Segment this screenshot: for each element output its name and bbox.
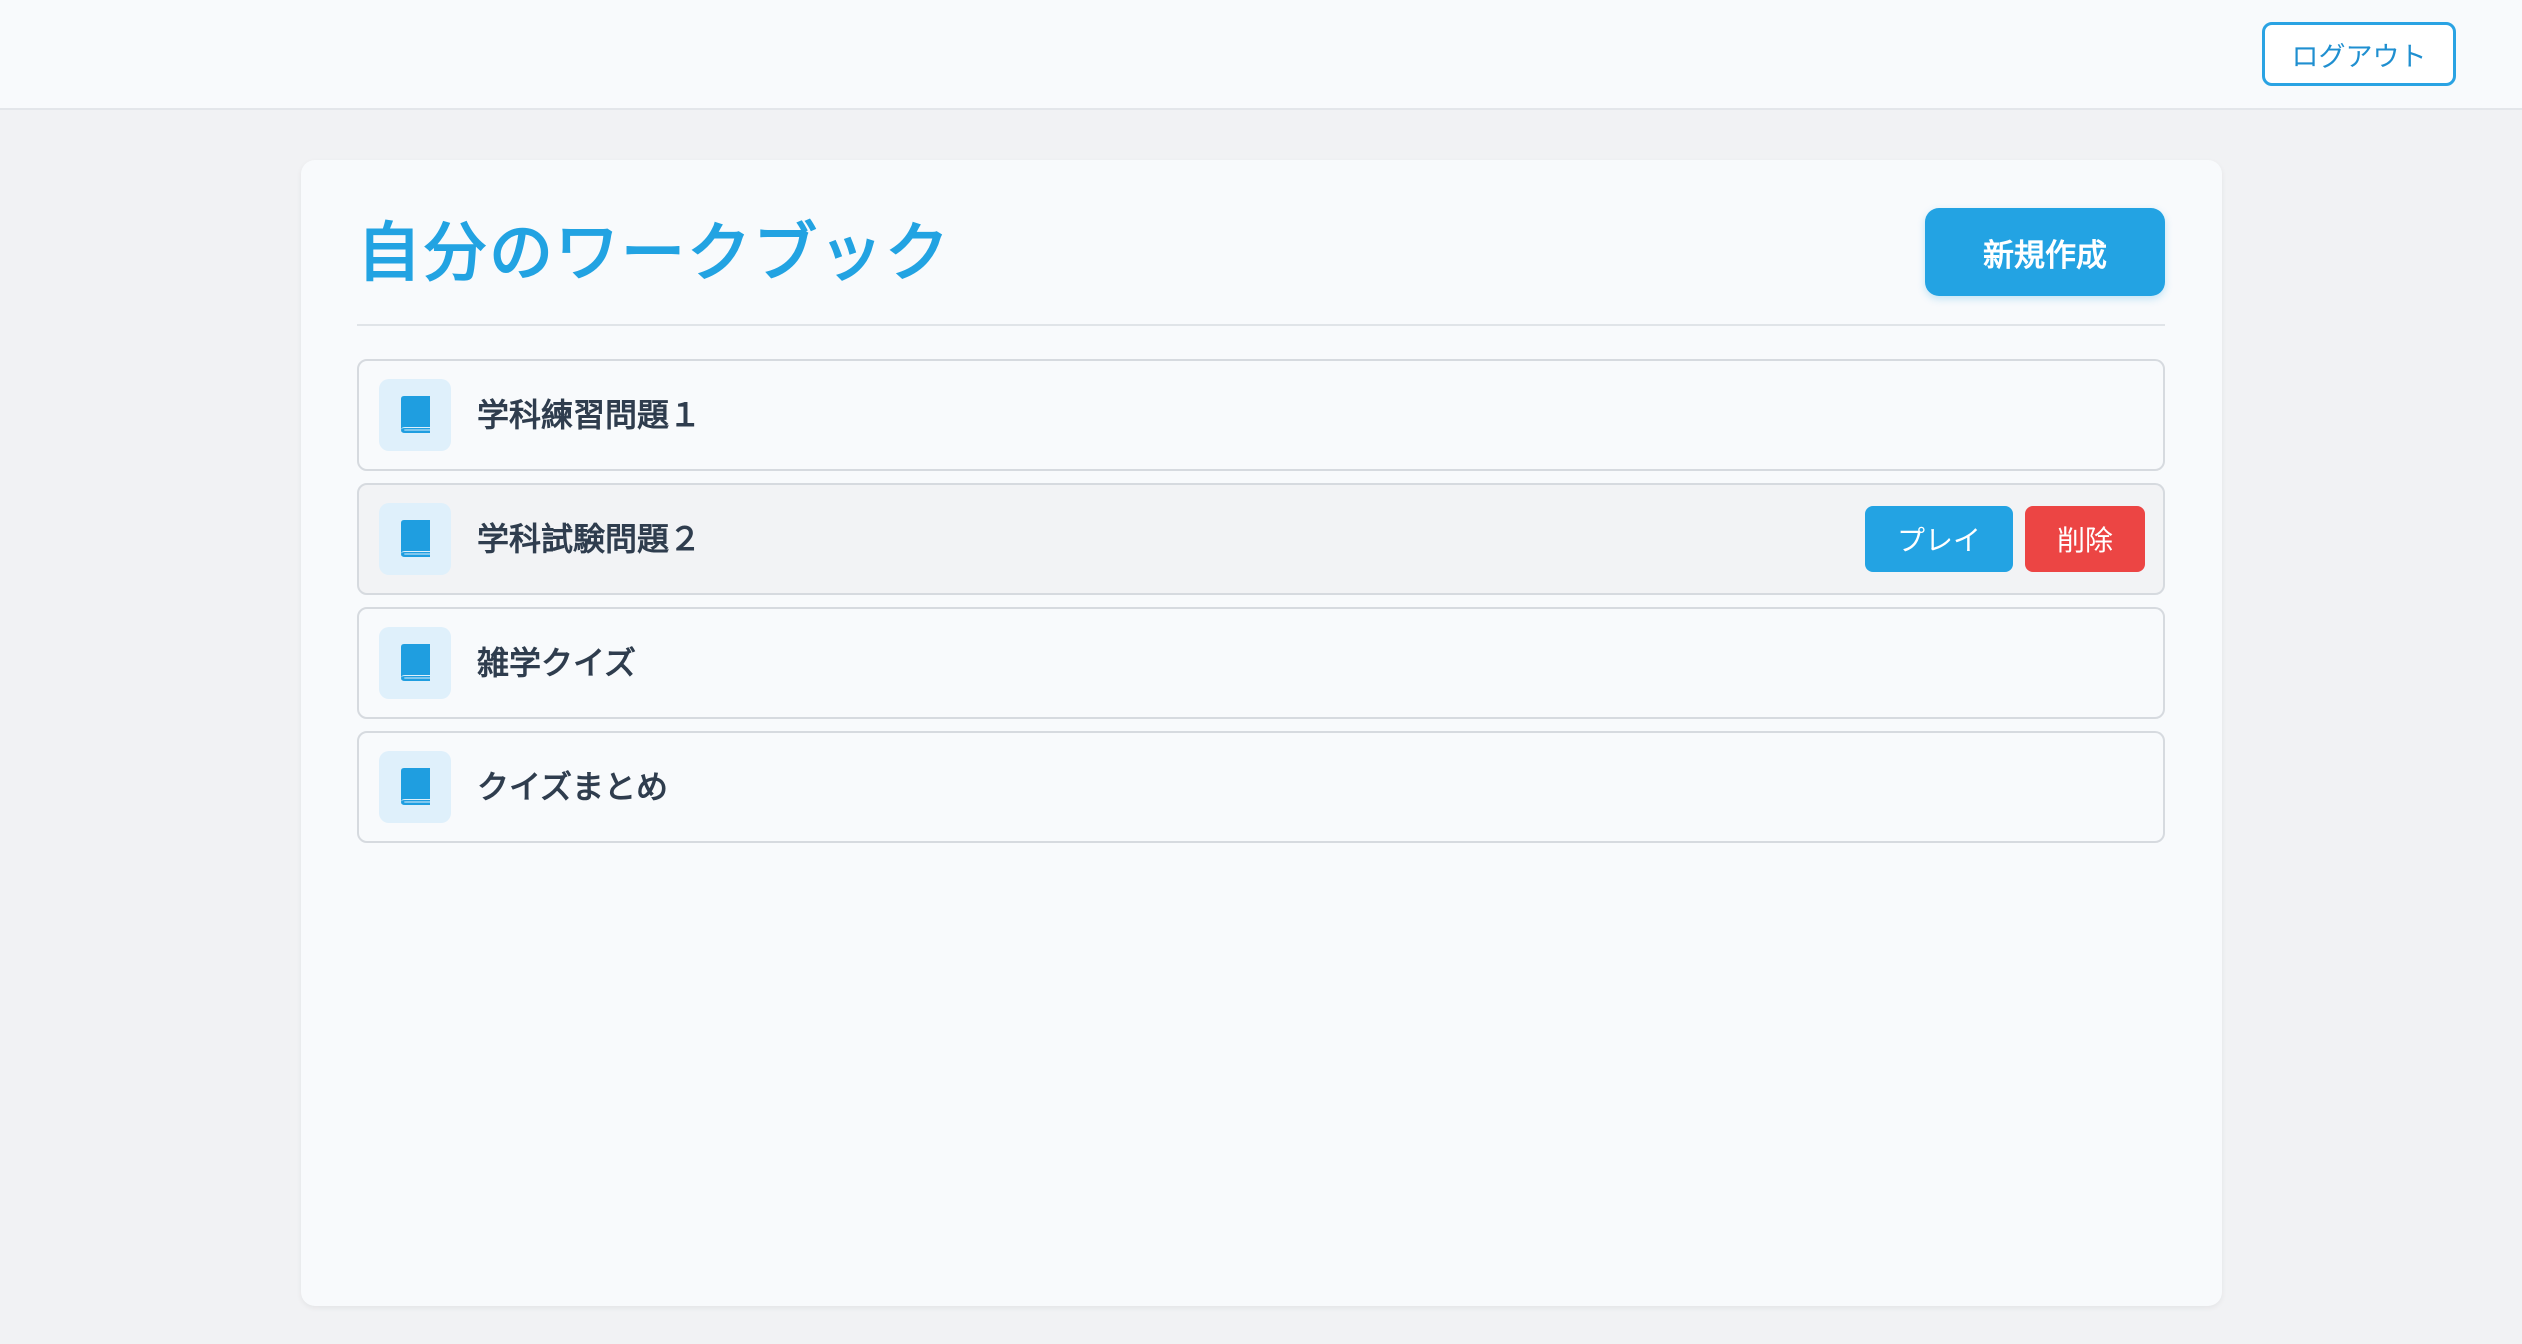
divider [357,324,2165,326]
workbook-title: 学科練習問題１ [477,396,702,434]
workbook-title: クイズまとめ [477,768,669,806]
workbook-list: 学科練習問題１ 学科試験問題２ プレイ 削除 雑学クイズ クイズまとめ [357,359,2165,855]
book-icon [379,379,451,451]
book-icon [379,627,451,699]
workbook-title: 学科試験問題２ [477,520,702,558]
book-icon [379,503,451,575]
top-bar: ログアウト [0,0,2522,110]
workbook-item[interactable]: 雑学クイズ [357,607,2165,719]
book-icon [379,751,451,823]
workbook-item[interactable]: 学科試験問題２ プレイ 削除 [357,483,2165,595]
workbook-title: 雑学クイズ [477,644,637,682]
new-workbook-button[interactable]: 新規作成 [1925,208,2165,296]
delete-button[interactable]: 削除 [2025,506,2145,572]
page-title: 自分のワークブック [357,217,951,291]
play-button[interactable]: プレイ [1865,506,2013,572]
workbook-item[interactable]: クイズまとめ [357,731,2165,843]
logout-button[interactable]: ログアウト [2262,22,2456,86]
workbook-item[interactable]: 学科練習問題１ [357,359,2165,471]
